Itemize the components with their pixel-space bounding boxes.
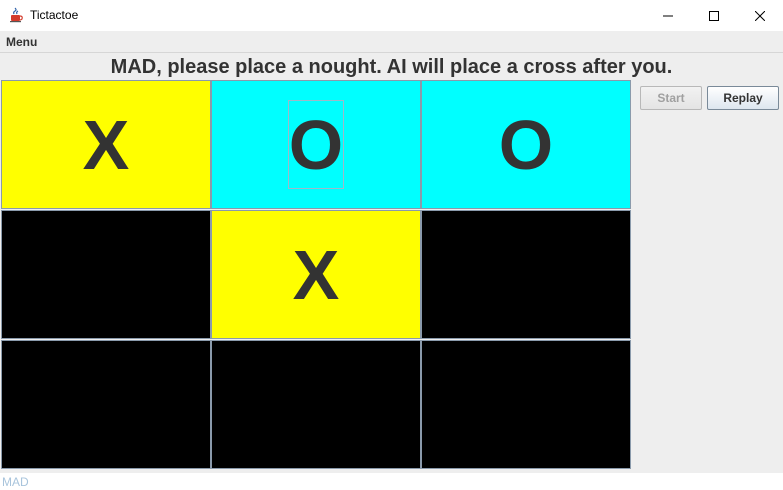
minimize-button[interactable] [645, 0, 691, 31]
app-window: Tictactoe Menu MAD, please place a nough… [0, 0, 783, 490]
menu-bar: Menu [0, 31, 783, 53]
board-cell-1-2[interactable]: O [211, 80, 421, 209]
player-name-field[interactable]: MAD [0, 473, 783, 490]
close-button[interactable] [737, 0, 783, 31]
start-button[interactable]: Start [640, 86, 702, 110]
board-cell-1-3[interactable]: O [421, 80, 631, 209]
java-cup-icon [8, 7, 24, 23]
board-cell-3-3[interactable] [421, 340, 631, 469]
minimize-icon [663, 15, 673, 16]
board-cell-3-1[interactable] [1, 340, 211, 469]
board-cell-3-2[interactable] [211, 340, 421, 469]
maximize-icon [709, 10, 719, 21]
game-board: XOOX [1, 80, 635, 471]
window-title: Tictactoe [30, 8, 79, 22]
menu-item-menu[interactable]: Menu [6, 35, 37, 49]
close-icon [755, 10, 765, 21]
replay-button[interactable]: Replay [707, 86, 779, 110]
player-name-text: MAD [2, 475, 29, 489]
board-cell-1-1[interactable]: X [1, 80, 211, 209]
cell-mark: X [292, 235, 340, 314]
board-cell-2-2[interactable]: X [211, 210, 421, 339]
cell-mark: O [288, 105, 344, 184]
maximize-button[interactable] [691, 0, 737, 31]
title-bar[interactable]: Tictactoe [0, 0, 783, 31]
board-cell-2-1[interactable] [1, 210, 211, 339]
status-message: MAD, please place a nought. AI will plac… [110, 56, 673, 78]
cell-mark: O [498, 105, 554, 184]
board-cell-2-3[interactable] [421, 210, 631, 339]
cell-mark: X [82, 105, 130, 184]
